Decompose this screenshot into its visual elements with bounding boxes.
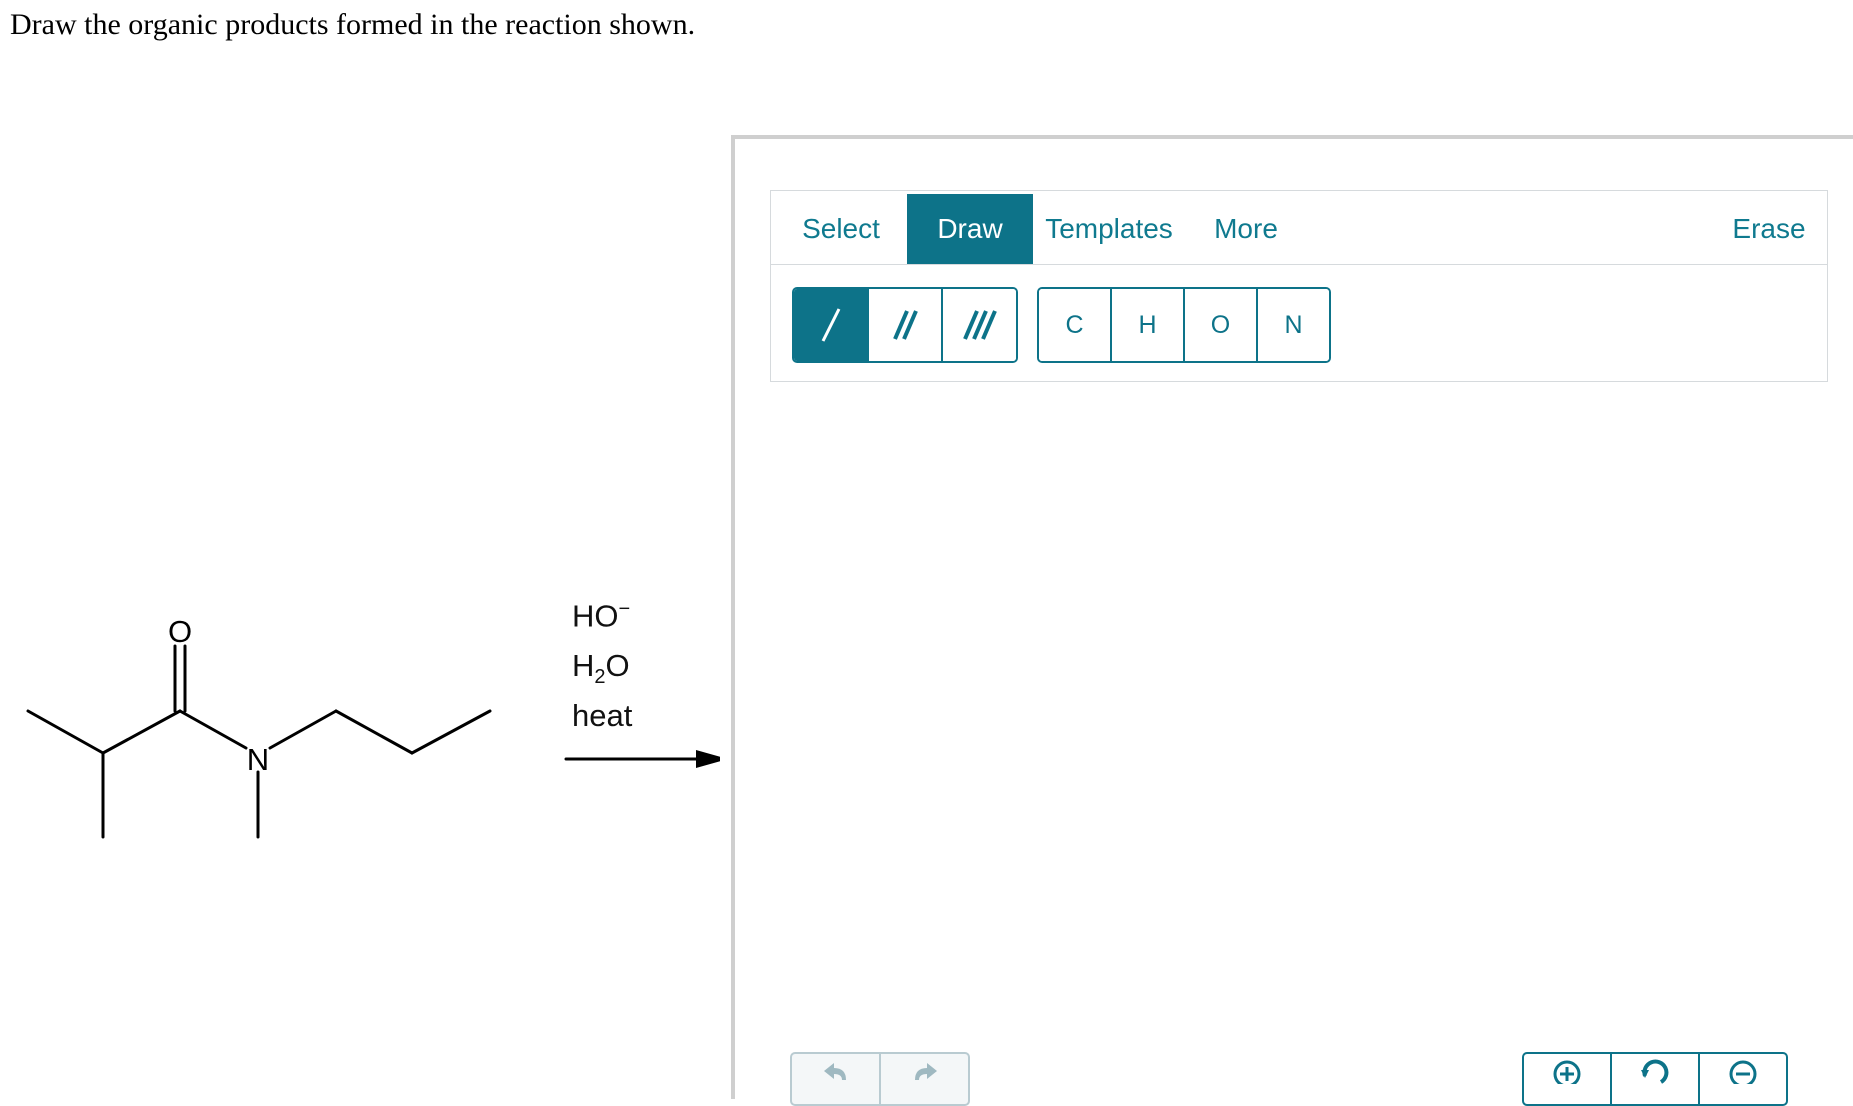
bond-tools [792,287,1018,363]
reaction-arrow-head [696,750,720,768]
tab-more[interactable]: More [1191,194,1301,264]
oxygen-atom-label: O [168,614,192,649]
atom-tools: C H O N [1037,287,1331,363]
editor-tabs: Select Draw Templates More Erase [771,191,1827,265]
zoom-out-button[interactable] [1700,1054,1786,1104]
negative-charge: − [618,598,631,620]
atom-h-button[interactable]: H [1112,289,1185,361]
editor-toolbar: Select Draw Templates More Erase C H O N [770,190,1828,382]
zoom-out-icon [1729,1060,1757,1084]
reagent-hydroxide: HO− [572,598,631,634]
rotate-icon [1641,1059,1669,1084]
view-controls [1522,1052,1788,1106]
tab-select[interactable]: Select [789,194,893,264]
question-prompt: Draw the organic products formed in the … [10,8,696,41]
single-bond-icon [821,308,840,342]
atom-n-button[interactable]: N [1258,289,1329,361]
tab-draw[interactable]: Draw [907,194,1033,264]
bond-c-n [178,709,248,750]
single-bond-button[interactable] [794,289,869,361]
undo-button[interactable] [792,1054,881,1104]
bond-n-propyl [268,709,338,750]
erase-button[interactable]: Erase [1719,194,1819,264]
reagent-water: H2O [572,648,630,689]
tab-templates[interactable]: Templates [1039,194,1179,264]
reaction-condition: heat [572,698,633,733]
triple-bond-icon [962,310,997,340]
double-bond-icon [893,310,918,340]
atom-c-button[interactable]: C [1039,289,1112,361]
redo-button[interactable] [881,1054,968,1104]
undo-icon [823,1063,846,1080]
bond-propyl-2 [334,709,414,755]
nitrogen-atom-label: N [247,742,269,777]
double-bond-button[interactable] [869,289,943,361]
redo-icon [914,1063,937,1080]
bond-methyl-left [26,709,105,755]
reset-view-button[interactable] [1612,1054,1700,1104]
zoom-in-button[interactable] [1524,1054,1612,1104]
bond-isopropyl-ch [101,709,182,755]
atom-o-button[interactable]: O [1185,289,1258,361]
zoom-in-icon [1553,1060,1581,1084]
bond-propyl-3 [410,709,492,755]
history-controls [790,1052,970,1106]
triple-bond-button[interactable] [943,289,1016,361]
